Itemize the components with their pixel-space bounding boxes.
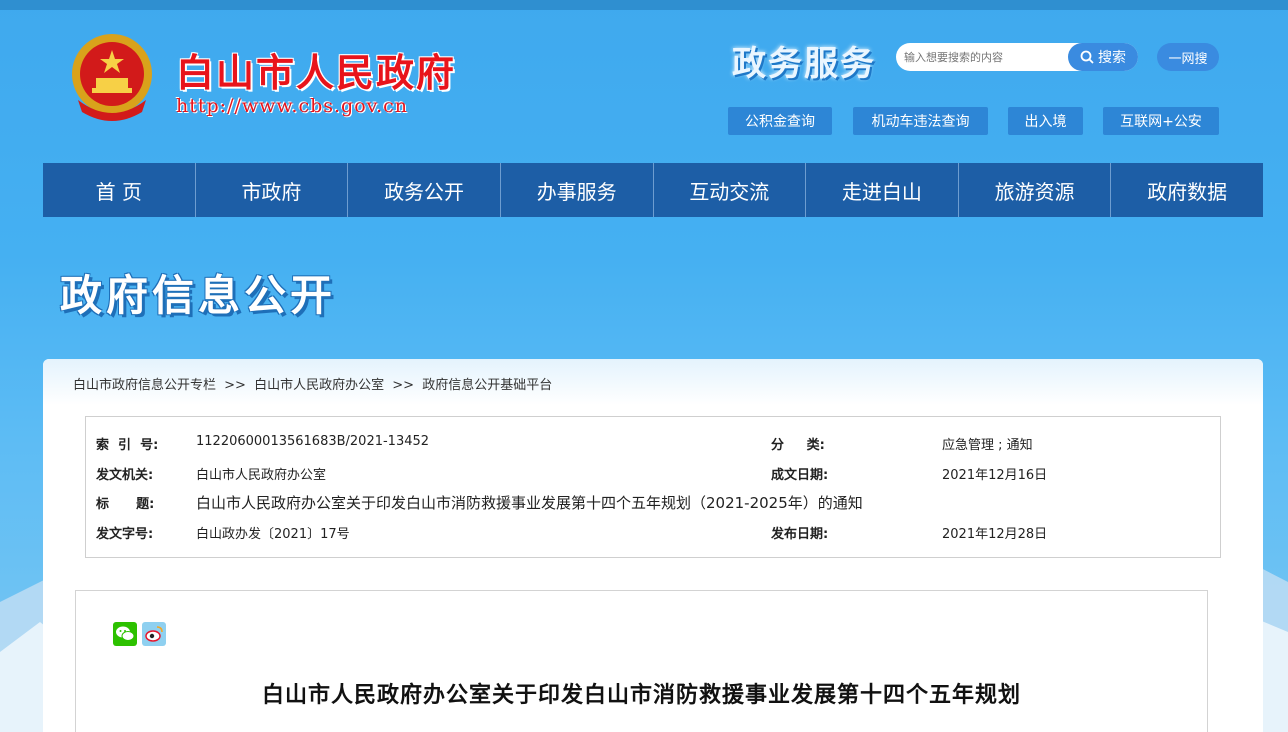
service-title: 政务服务 xyxy=(732,44,876,84)
written-date-value: 2021年12月16日 xyxy=(942,468,1048,483)
category-label: 分 类: xyxy=(771,438,825,453)
site-title: 白山市人民政府 xyxy=(176,50,457,95)
article-body: 白山市人民政府办公室关于印发白山市消防救援事业发展第十四个五年规划 xyxy=(75,590,1208,732)
nav-government-data[interactable]: 政府数据 xyxy=(1111,163,1263,217)
index-label: 索 引 号: xyxy=(96,438,159,453)
quicklink-exit-entry[interactable]: 出入境 xyxy=(1008,107,1083,135)
national-emblem xyxy=(68,30,156,122)
publish-date-value: 2021年12月28日 xyxy=(942,527,1048,542)
search-icon xyxy=(1080,50,1094,64)
document-meta-table: 索 引 号: 11220600013561683B/2021-13452 分 类… xyxy=(85,416,1221,558)
breadcrumb-separator: >> xyxy=(224,378,246,393)
search-button[interactable]: 搜索 xyxy=(1068,43,1138,71)
breadcrumb: 白山市政府信息公开专栏 >> 白山市人民政府办公室 >> 政府信息公开基础平台 xyxy=(73,374,556,393)
weibo-share-icon[interactable] xyxy=(142,622,166,646)
category-value: 应急管理 ; 通知 xyxy=(942,438,1033,453)
quicklink-internet-police[interactable]: 互联网+公安 xyxy=(1103,107,1219,135)
nav-interaction[interactable]: 互动交流 xyxy=(654,163,807,217)
search-box: 搜索 xyxy=(896,43,1138,71)
quicklink-vehicle-violation[interactable]: 机动车违法查询 xyxy=(853,107,988,135)
publish-date-label: 发布日期: xyxy=(771,527,829,542)
article-title: 白山市人民政府办公室关于印发白山市消防救援事业发展第十四个五年规划 xyxy=(261,682,1021,708)
quicklink-housing-fund[interactable]: 公积金查询 xyxy=(728,107,832,135)
index-value: 11220600013561683B/2021-13452 xyxy=(196,434,430,449)
doc-number-value: 白山政办发〔2021〕17号 xyxy=(196,527,350,542)
issuer-label: 发文机关: xyxy=(96,468,154,483)
wechat-share-icon[interactable] xyxy=(113,622,137,646)
breadcrumb-separator: >> xyxy=(392,378,415,393)
site-url: http://www.cbs.gov.cn xyxy=(176,95,409,117)
yiwang-search-button[interactable]: 一网搜 xyxy=(1157,43,1219,71)
title-value: 白山市人民政府办公室关于印发白山市消防救援事业发展第十四个五年规划（2021-2… xyxy=(196,494,863,512)
breadcrumb-link-office[interactable]: 白山市人民政府办公室 xyxy=(254,378,384,393)
content-panel: 白山市政府信息公开专栏 >> 白山市人民政府办公室 >> 政府信息公开基础平台 … xyxy=(43,359,1263,732)
issuer-value: 白山市人民政府办公室 xyxy=(196,468,327,483)
breadcrumb-link-column[interactable]: 白山市政府信息公开专栏 xyxy=(73,378,216,393)
nav-home[interactable]: 首 页 xyxy=(43,163,196,217)
search-input[interactable] xyxy=(904,47,1069,67)
title-label: 标 题: xyxy=(96,497,155,512)
nav-tourism[interactable]: 旅游资源 xyxy=(959,163,1112,217)
banner-title: 政府信息公开 xyxy=(60,271,337,320)
nav-city-government[interactable]: 市政府 xyxy=(196,163,349,217)
top-strip xyxy=(0,0,1288,10)
nav-about-baishan[interactable]: 走进白山 xyxy=(806,163,959,217)
doc-number-label: 发文字号: xyxy=(96,527,154,542)
breadcrumb-link-platform[interactable]: 政府信息公开基础平台 xyxy=(422,378,552,393)
written-date-label: 成文日期: xyxy=(771,468,829,483)
search-button-label: 搜索 xyxy=(1098,50,1126,66)
main-nav: 首 页 市政府 政务公开 办事服务 互动交流 走进白山 旅游资源 政府数据 xyxy=(43,163,1263,217)
nav-services[interactable]: 办事服务 xyxy=(501,163,654,217)
nav-government-affairs[interactable]: 政务公开 xyxy=(348,163,501,217)
